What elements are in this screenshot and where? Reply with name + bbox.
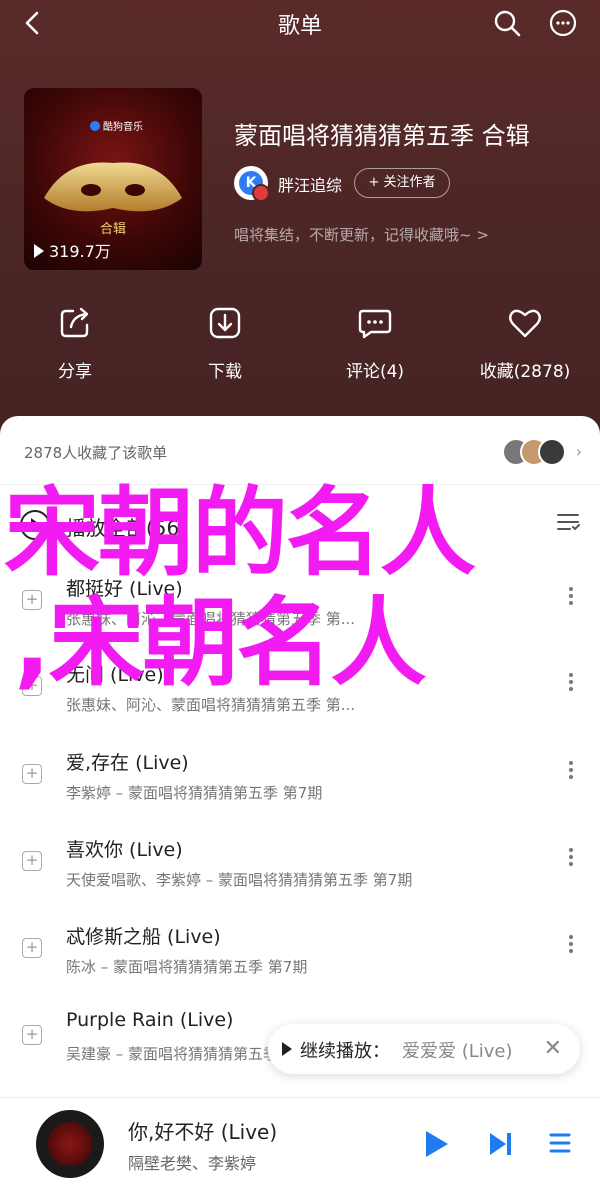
playlist-title: 蒙面唱将猜猜猜第五季 合辑 <box>234 122 530 150</box>
more-vertical-icon[interactable] <box>568 932 574 958</box>
song-title: 无问 (Live) <box>66 664 164 686</box>
song-title: Purple Rain (Live) <box>66 1009 234 1031</box>
add-icon[interactable]: + <box>22 1025 42 1045</box>
show-logo-artwork <box>44 162 182 212</box>
add-icon[interactable]: + <box>22 938 42 958</box>
play-count-icon <box>34 244 44 258</box>
song-title: 都挺好 (Live) <box>66 578 183 600</box>
share-label: 分享 <box>58 362 92 382</box>
share-icon <box>60 307 89 338</box>
heart-icon <box>509 309 541 338</box>
divider <box>0 484 600 485</box>
add-icon[interactable]: + <box>22 764 42 784</box>
song-title: 爱,存在 (Live) <box>66 752 189 774</box>
favorite-users-avatars[interactable] <box>502 438 566 466</box>
playlist-header: 歌单 酷狗音乐 合辑 319.7万 蒙面唱将猜猜猜第五季 合辑 K 胖汪追综 +… <box>0 0 600 440</box>
play-button[interactable] <box>426 1131 448 1157</box>
download-button[interactable]: 下载 <box>165 305 285 382</box>
creator-name[interactable]: 胖汪追综 <box>278 172 342 196</box>
song-row[interactable]: + 无问 (Live) 张惠妹、阿沁、蒙面唱将猜猜猜第五季 第... <box>0 648 600 734</box>
song-subtitle: 吴建豪 – 蒙面唱将猜猜猜第五季 <box>66 1045 279 1063</box>
song-subtitle: 张惠妹、阿沁、蒙面唱将猜猜猜第五季 第... <box>66 610 356 628</box>
comment-label: 评论(4) <box>345 362 405 382</box>
play-count: 319.7万 <box>34 238 111 262</box>
add-icon[interactable]: + <box>22 851 42 871</box>
song-subtitle: 李紫婷 – 蒙面唱将猜猜猜第五季 第7期 <box>66 784 323 802</box>
share-button[interactable]: 分享 <box>15 305 135 382</box>
more-vertical-icon[interactable] <box>568 670 574 696</box>
cover-brand: 酷狗音乐 <box>90 118 143 133</box>
more-vertical-icon[interactable] <box>568 845 574 871</box>
download-icon <box>209 307 241 339</box>
comment-icon <box>358 309 392 339</box>
song-subtitle: 天使爱唱歌、李紫婷 – 蒙面唱将猜猜猜第五季 第7期 <box>66 871 413 889</box>
song-subtitle: 陈冰 – 蒙面唱将猜猜猜第五季 第7期 <box>66 958 308 976</box>
favorites-count[interactable]: 2878人收藏了该歌单 <box>24 442 167 463</box>
more-options-icon[interactable] <box>548 8 578 38</box>
playlist-queue-icon[interactable] <box>548 1130 572 1156</box>
more-vertical-icon[interactable] <box>568 584 574 610</box>
now-playing-title: 你,好不好 (Live) <box>128 1120 278 1144</box>
creator-avatar[interactable]: K <box>234 166 270 202</box>
mini-player[interactable]: 你,好不好 (Live) 隔壁老樊、李紫婷 <box>0 1097 600 1190</box>
close-icon[interactable]: ✕ <box>544 1036 562 1061</box>
playlist-description[interactable]: 唱将集结，不断更新，记得收藏哦~ > <box>234 224 489 245</box>
verified-badge-icon <box>252 184 270 202</box>
chevron-right-icon[interactable]: › <box>576 442 582 461</box>
continue-playing-toast[interactable]: 继续播放： 爱爱爱 (Live) ✕ <box>268 1024 580 1074</box>
next-track-icon[interactable] <box>488 1131 512 1157</box>
add-icon[interactable]: + <box>22 676 42 696</box>
download-label: 下载 <box>208 362 242 382</box>
cover-subtitle: 合辑 <box>99 222 126 237</box>
song-title: 喜欢你 (Live) <box>66 839 183 861</box>
now-playing-artists: 隔壁老樊、李紫婷 <box>128 1154 257 1173</box>
multi-select-icon[interactable] <box>556 512 580 532</box>
song-row[interactable]: + 忒修斯之船 (Live) 陈冰 – 蒙面唱将猜猜猜第五季 第7期 <box>0 910 600 996</box>
search-icon[interactable] <box>492 8 522 38</box>
favorite-label: 收藏(2878) <box>479 362 571 382</box>
avatar <box>538 438 566 466</box>
action-bar: 分享 下载 评论(4) 收藏(2878) <box>0 305 600 385</box>
favorite-button[interactable]: 收藏(2878) <box>465 305 585 382</box>
cover-brand-text: 酷狗音乐 <box>103 122 143 133</box>
follow-button[interactable]: + 关注作者 <box>354 168 450 198</box>
continue-label: 继续播放： <box>300 1041 390 1062</box>
song-row[interactable]: + 都挺好 (Live) 张惠妹、阿沁、蒙面唱将猜猜猜第五季 第... <box>0 562 600 648</box>
song-title: 忒修斯之船 (Live) <box>66 926 221 948</box>
song-row[interactable]: + 爱,存在 (Live) 李紫婷 – 蒙面唱将猜猜猜第五季 第7期 <box>0 736 600 822</box>
continue-song: 爱爱爱 (Live) <box>402 1041 513 1062</box>
song-subtitle: 张惠妹、阿沁、蒙面唱将猜猜猜第五季 第... <box>66 696 356 714</box>
add-icon[interactable]: + <box>22 590 42 610</box>
album-art[interactable] <box>36 1110 104 1178</box>
top-bar: 歌单 <box>0 0 600 46</box>
more-vertical-icon[interactable] <box>568 758 574 784</box>
play-all-label: 播放全部(56) <box>66 516 188 540</box>
playlist-cover[interactable]: 酷狗音乐 合辑 319.7万 <box>24 88 202 270</box>
kugou-logo-icon <box>90 121 100 131</box>
song-row[interactable]: + 喜欢你 (Live) 天使爱唱歌、李紫婷 – 蒙面唱将猜猜猜第五季 第7期 <box>0 823 600 909</box>
play-circle-icon <box>20 510 50 540</box>
play-icon <box>282 1042 292 1056</box>
play-count-value: 319.7万 <box>49 242 111 261</box>
comment-button[interactable]: 评论(4) <box>315 305 435 382</box>
